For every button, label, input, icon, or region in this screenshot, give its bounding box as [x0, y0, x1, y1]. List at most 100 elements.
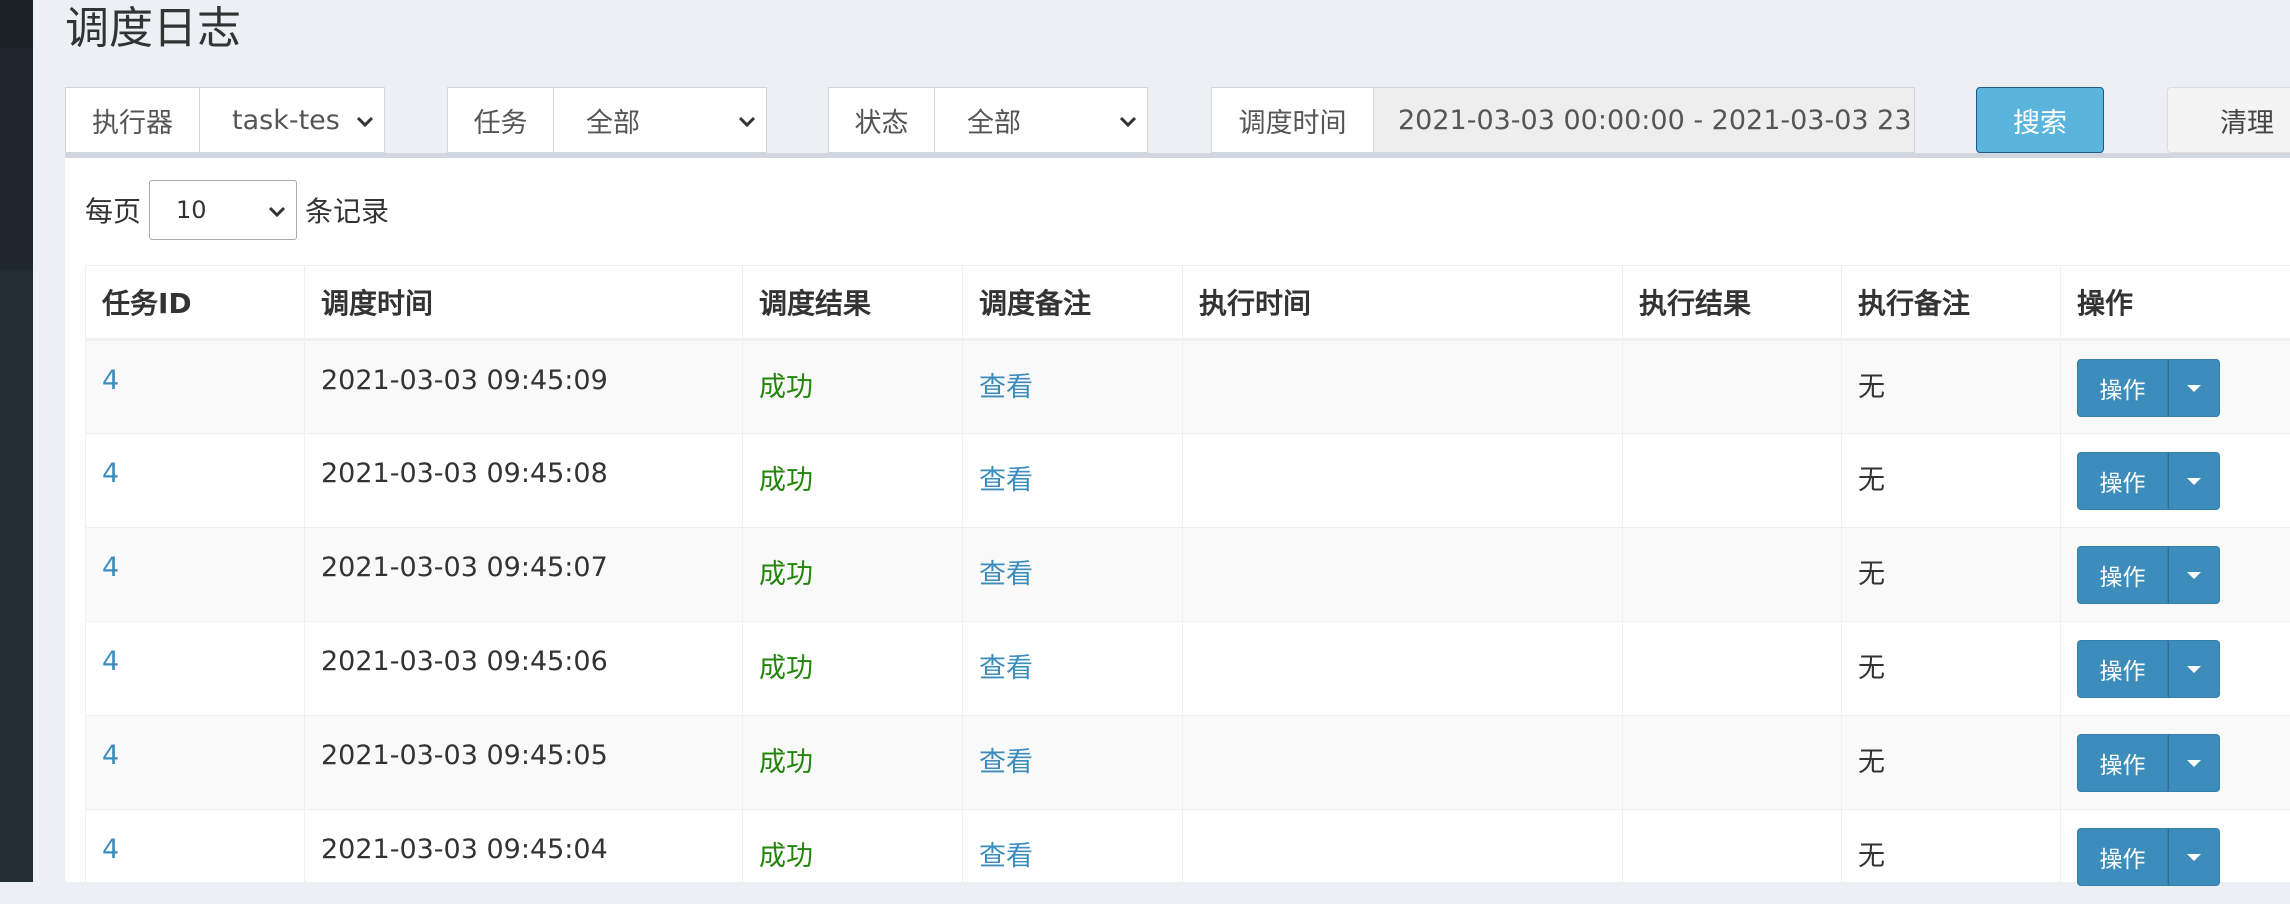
action-button[interactable]: 操作 — [2077, 640, 2168, 698]
search-button[interactable]: 搜索 — [1976, 87, 2104, 153]
handle-note-cell: 无 — [1842, 810, 2061, 904]
handle-result-cell — [1623, 622, 1842, 716]
handle-note-cell: 无 — [1842, 716, 2061, 810]
action-button-group: 操作 — [2077, 546, 2274, 604]
trigger-time-cell: 2021-03-03 09:45:04 — [305, 810, 743, 904]
job-id-link[interactable]: 4 — [102, 365, 119, 396]
trigger-time-cell: 2021-03-03 09:45:09 — [305, 340, 743, 434]
handle-note-cell: 无 — [1842, 528, 2061, 622]
chevron-down-icon — [1117, 110, 1139, 132]
table-header-row: 任务ID 调度时间 调度结果 调度备注 执行时间 执行结果 执行备注 操作 — [86, 266, 2290, 340]
col-header-job-id[interactable]: 任务ID — [86, 266, 305, 340]
page-length-control: 每页 10 条记录 — [85, 180, 389, 240]
handle-time-cell — [1183, 622, 1623, 716]
job-id-link[interactable]: 4 — [102, 740, 119, 771]
trigger-result: 成功 — [759, 559, 813, 590]
action-button[interactable]: 操作 — [2077, 546, 2168, 604]
log-table-box: 每页 10 条记录 任务ID 调度时间 调度结果 调度备注 执行时间 执行结果 — [65, 153, 2290, 882]
action-dropdown-toggle[interactable] — [2168, 359, 2220, 417]
job-id-link[interactable]: 4 — [102, 552, 119, 583]
col-header-trigger-time[interactable]: 调度时间 — [305, 266, 743, 340]
executor-select[interactable]: task-tes — [199, 87, 385, 153]
job-label: 任务 — [447, 87, 553, 153]
job-id-link[interactable]: 4 — [102, 458, 119, 489]
page-length-value: 10 — [176, 196, 207, 224]
trigger-time-cell: 2021-03-03 09:45:05 — [305, 716, 743, 810]
trigger-note-link[interactable]: 查看 — [979, 747, 1033, 778]
col-header-trigger-note[interactable]: 调度备注 — [963, 266, 1183, 340]
handle-time-cell — [1183, 434, 1623, 528]
caret-down-icon — [2187, 478, 2201, 485]
action-dropdown-toggle[interactable] — [2168, 452, 2220, 510]
caret-down-icon — [2187, 385, 2201, 392]
action-dropdown-toggle[interactable] — [2168, 828, 2220, 886]
status-filter: 状态 全部 — [828, 87, 1148, 153]
caret-down-icon — [2187, 854, 2201, 861]
col-header-trigger-result[interactable]: 调度结果 — [743, 266, 963, 340]
trigger-note-link[interactable]: 查看 — [979, 841, 1033, 872]
caret-down-icon — [2187, 572, 2201, 579]
action-dropdown-toggle[interactable] — [2168, 546, 2220, 604]
trigger-time-cell: 2021-03-03 09:45:07 — [305, 528, 743, 622]
handle-note-cell: 无 — [1842, 340, 2061, 434]
handle-note-cell: 无 — [1842, 622, 2061, 716]
action-button-group: 操作 — [2077, 734, 2274, 792]
action-button[interactable]: 操作 — [2077, 734, 2168, 792]
status-select[interactable]: 全部 — [934, 87, 1148, 153]
caret-down-icon — [2187, 666, 2201, 673]
handle-time-cell — [1183, 716, 1623, 810]
table-row: 4 2021-03-03 09:45:04 成功 查看 无 操作 — [86, 810, 2290, 904]
trigger-result: 成功 — [759, 465, 813, 496]
table-row: 4 2021-03-03 09:45:09 成功 查看 无 操作 — [86, 340, 2290, 434]
executor-label: 执行器 — [65, 87, 199, 153]
action-button[interactable]: 操作 — [2077, 359, 2168, 417]
chevron-down-icon — [266, 200, 288, 222]
job-id-link[interactable]: 4 — [102, 646, 119, 677]
trigger-result: 成功 — [759, 841, 813, 872]
sidebar-header — [0, 0, 33, 48]
table-row: 4 2021-03-03 09:45:06 成功 查看 无 操作 — [86, 622, 2290, 716]
action-dropdown-toggle[interactable] — [2168, 734, 2220, 792]
col-header-handle-note[interactable]: 执行备注 — [1842, 266, 2061, 340]
action-button-group: 操作 — [2077, 828, 2274, 886]
sidebar — [0, 0, 33, 882]
log-table: 任务ID 调度时间 调度结果 调度备注 执行时间 执行结果 执行备注 操作 4 … — [85, 265, 2290, 904]
status-label: 状态 — [828, 87, 934, 153]
trigger-time-cell: 2021-03-03 09:45:08 — [305, 434, 743, 528]
job-select[interactable]: 全部 — [553, 87, 767, 153]
col-header-action: 操作 — [2061, 266, 2290, 340]
caret-down-icon — [2187, 760, 2201, 767]
handle-note-cell: 无 — [1842, 434, 2061, 528]
table-row: 4 2021-03-03 09:45:08 成功 查看 无 操作 — [86, 434, 2290, 528]
action-button[interactable]: 操作 — [2077, 828, 2168, 886]
action-dropdown-toggle[interactable] — [2168, 640, 2220, 698]
job-select-value: 全部 — [586, 101, 640, 140]
job-id-link[interactable]: 4 — [102, 834, 119, 865]
time-label: 调度时间 — [1211, 87, 1373, 153]
col-header-handle-result[interactable]: 执行结果 — [1623, 266, 1842, 340]
chevron-down-icon — [736, 110, 758, 132]
trigger-note-link[interactable]: 查看 — [979, 653, 1033, 684]
clear-button[interactable]: 清理 — [2167, 87, 2290, 153]
handle-result-cell — [1623, 434, 1842, 528]
col-header-handle-time[interactable]: 执行时间 — [1183, 266, 1623, 340]
time-filter: 调度时间 2021-03-03 00:00:00 - 2021-03-03 23… — [1211, 87, 1915, 153]
table-row: 4 2021-03-03 09:45:07 成功 查看 无 操作 — [86, 528, 2290, 622]
table-row: 4 2021-03-03 09:45:05 成功 查看 无 操作 — [86, 716, 2290, 810]
sidebar-active-section[interactable] — [0, 48, 33, 270]
trigger-note-link[interactable]: 查看 — [979, 372, 1033, 403]
handle-time-cell — [1183, 528, 1623, 622]
trigger-note-link[interactable]: 查看 — [979, 559, 1033, 590]
action-button-group: 操作 — [2077, 452, 2274, 510]
chevron-down-icon — [354, 110, 376, 132]
time-range-input[interactable]: 2021-03-03 00:00:00 - 2021-03-03 23:59:5… — [1373, 87, 1915, 153]
handle-result-cell — [1623, 340, 1842, 434]
action-button[interactable]: 操作 — [2077, 452, 2168, 510]
page-title: 调度日志 — [65, 0, 241, 58]
status-select-value: 全部 — [967, 101, 1021, 140]
trigger-note-link[interactable]: 查看 — [979, 465, 1033, 496]
page-length-select[interactable]: 10 — [149, 180, 297, 240]
handle-result-cell — [1623, 716, 1842, 810]
handle-result-cell — [1623, 810, 1842, 904]
trigger-time-cell: 2021-03-03 09:45:06 — [305, 622, 743, 716]
